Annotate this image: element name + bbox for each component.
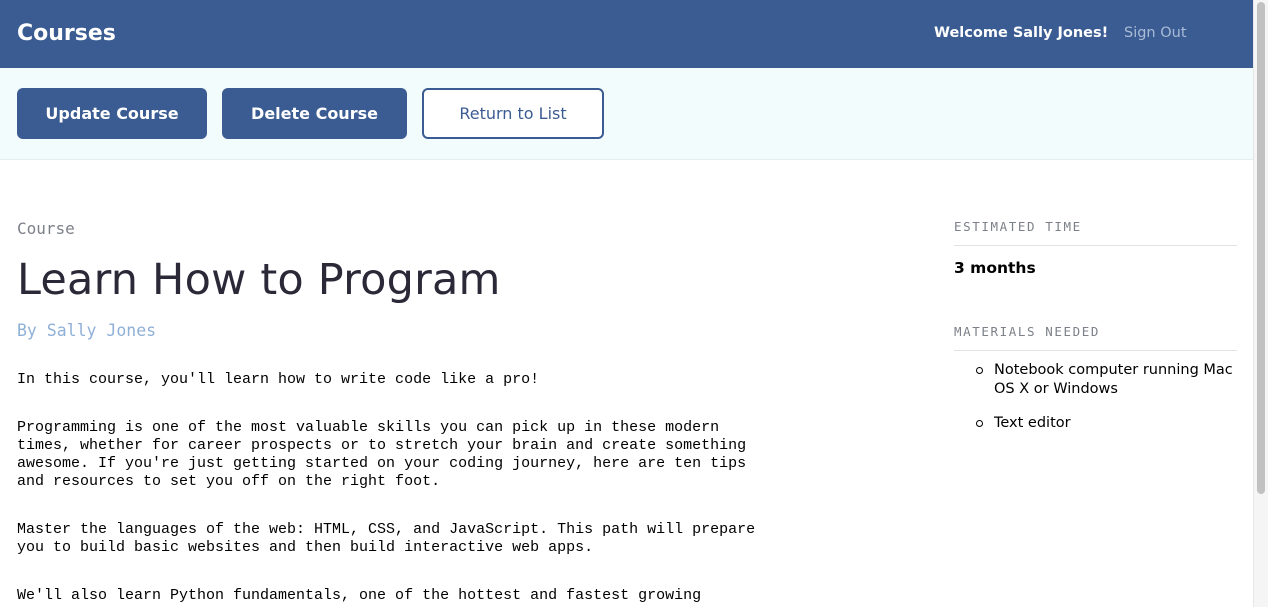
update-course-button[interactable]: Update Course	[17, 88, 207, 139]
material-item-label: Text editor	[994, 415, 1071, 431]
list-item: Notebook computer running Mac OS X or Wi…	[976, 361, 1237, 399]
course-label: Course	[17, 219, 75, 238]
delete-course-button[interactable]: Delete Course	[222, 88, 407, 139]
description-paragraph: In this course, you'll learn how to writ…	[17, 371, 540, 388]
return-to-list-button[interactable]: Return to List	[422, 88, 604, 139]
course-stats-sidebar: ESTIMATED TIME 3 months MATERIALS NEEDED…	[954, 219, 1237, 448]
vertical-scrollbar[interactable]	[1253, 0, 1268, 607]
scrollbar-thumb[interactable]	[1257, 2, 1265, 494]
materials-list: Notebook computer running Mac OS X or Wi…	[954, 361, 1237, 433]
description-paragraph: Programming is one of the most valuable …	[17, 419, 747, 490]
course-title: Learn How to Program	[17, 255, 501, 305]
materials-needed-heading: MATERIALS NEEDED	[954, 324, 1237, 351]
course-description: In this course, you'll learn how to writ…	[17, 371, 817, 607]
material-item-label: Notebook computer running Mac OS X or Wi…	[994, 362, 1233, 397]
bullet-icon	[976, 367, 983, 374]
bullet-icon	[976, 420, 983, 427]
sign-out-link[interactable]: Sign Out	[1124, 23, 1187, 43]
description-paragraph: Master the languages of the web: HTML, C…	[17, 521, 756, 556]
top-header: Courses Welcome Sally Jones! Sign Out	[0, 0, 1253, 68]
actions-bar: Update Course Delete Course Return to Li…	[0, 68, 1253, 160]
estimated-time-value: 3 months	[954, 259, 1036, 277]
app-logo[interactable]: Courses	[17, 19, 116, 49]
list-item: Text editor	[976, 414, 1237, 433]
course-author: By Sally Jones	[17, 321, 157, 340]
estimated-time-heading: ESTIMATED TIME	[954, 219, 1237, 246]
welcome-message: Welcome Sally Jones!	[934, 25, 1109, 41]
description-paragraph: We'll also learn Python fundamentals, on…	[17, 587, 702, 604]
